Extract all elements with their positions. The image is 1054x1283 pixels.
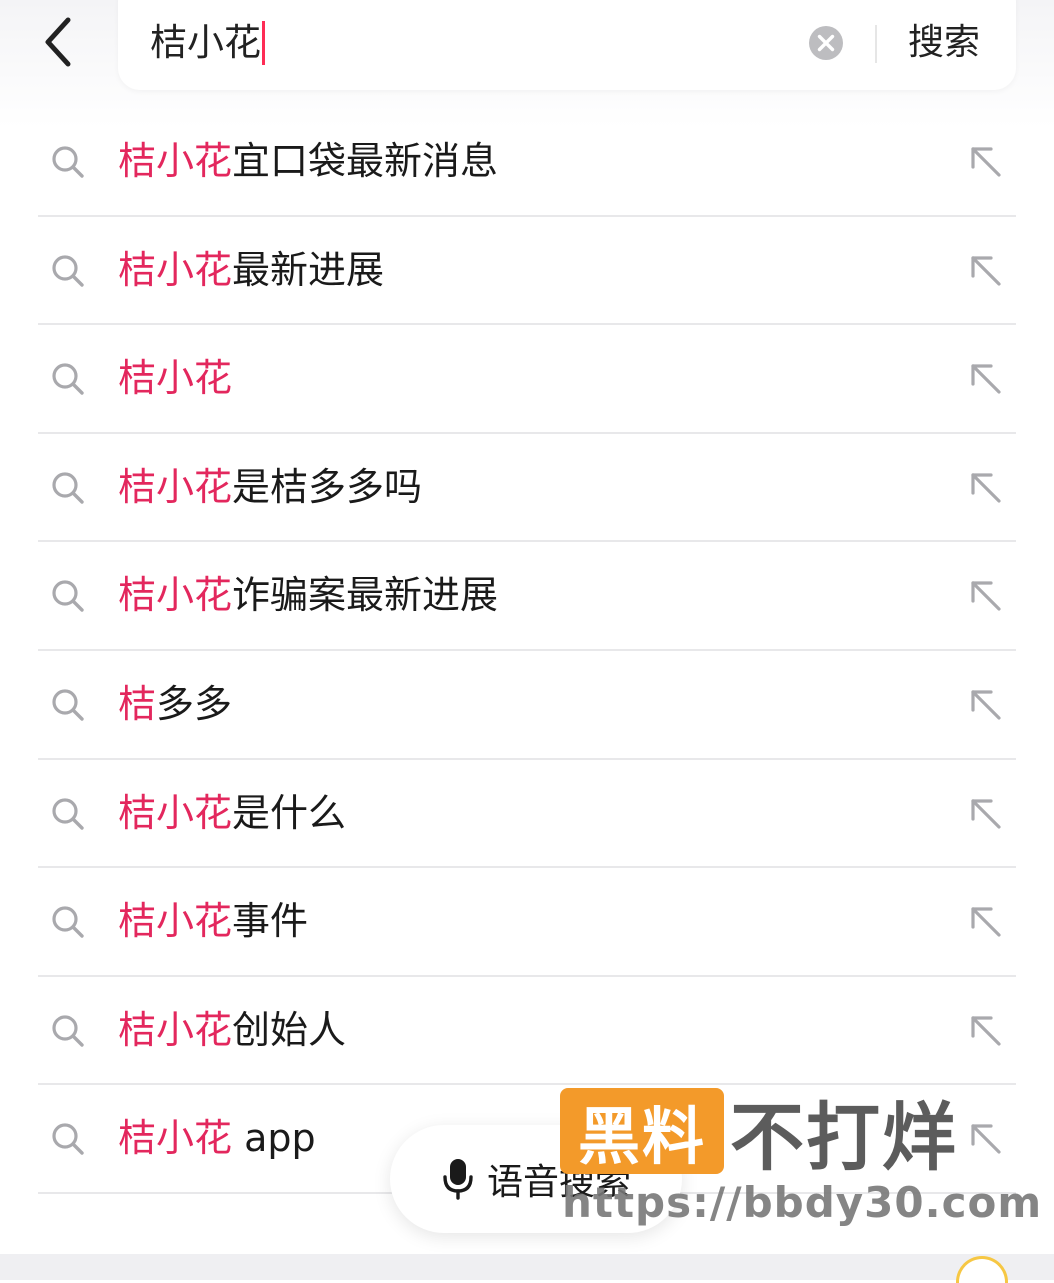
suggestion-rest: 宜口袋最新消息	[232, 139, 499, 183]
suggestion-highlight: 桔小花	[118, 247, 233, 292]
suggestion-list: 桔小花宜口袋最新消息 桔小花最新进展 桔小花 桔小花是桔多多吗 桔小花诈骗案最新进展 桔多…	[0, 108, 1054, 1194]
suggestion-item[interactable]: 桔小花宜口袋最新消息	[0, 108, 1054, 217]
suggestion-highlight: 桔小花	[118, 464, 233, 509]
suggestion-highlight: 桔小花	[118, 573, 233, 618]
suggestion-highlight: 桔小花	[118, 356, 233, 401]
watermark-tail-text: 不打烊	[730, 1094, 958, 1181]
suggestion-item[interactable]: 桔小花创始人	[0, 977, 1054, 1086]
suggestion-text: 桔多多	[118, 679, 232, 729]
microphone-icon	[443, 1159, 473, 1200]
arrow-up-left-icon[interactable]	[966, 468, 1006, 508]
search-icon	[52, 1123, 84, 1156]
watermark-box: 黑料	[560, 1088, 724, 1174]
arrow-up-left-icon[interactable]	[966, 685, 1006, 725]
watermark-url: https://bbdy30.com	[562, 1178, 1043, 1227]
arrow-up-left-icon[interactable]	[966, 576, 1006, 616]
arrow-up-left-icon[interactable]	[966, 794, 1006, 834]
search-icon	[52, 1015, 84, 1047]
divider	[875, 25, 877, 63]
suggestion-highlight: 桔小花	[118, 790, 233, 835]
suggestion-highlight: 桔小花	[118, 1007, 233, 1052]
search-icon	[52, 146, 84, 178]
suggestion-item[interactable]: 桔小花是什么	[0, 760, 1054, 869]
suggestion-rest: 事件	[232, 899, 309, 944]
suggestion-rest: 是桔多多吗	[232, 464, 423, 509]
suggestion-text: 桔小花是桔多多吗	[118, 462, 422, 512]
arrow-up-left-icon[interactable]	[966, 251, 1006, 291]
suggestion-highlight: 桔小花	[118, 139, 233, 183]
suggestion-rest: 诈骗案最新进展	[232, 573, 499, 618]
chevron-left-icon	[45, 17, 71, 67]
suggestion-item[interactable]: 桔小花最新进展	[0, 217, 1054, 326]
suggestion-text: 桔小花宜口袋最新消息	[118, 136, 498, 186]
text-caret	[262, 21, 265, 65]
bottom-bar	[0, 1254, 1054, 1280]
search-icon	[52, 797, 84, 830]
search-icon	[52, 689, 84, 721]
suggestion-highlight: 桔小花	[118, 899, 233, 944]
search-query: 桔小花	[150, 21, 261, 64]
clear-circle-icon	[809, 26, 843, 60]
suggestion-rest: 最新进展	[232, 247, 385, 292]
watermark: 黑料 不打烊 https://bbdy30.com	[560, 1088, 1041, 1238]
suggestion-rest: 是什么	[232, 790, 347, 835]
back-button[interactable]	[28, 10, 88, 74]
clear-button[interactable]	[808, 25, 844, 61]
arrow-up-left-icon[interactable]	[966, 359, 1006, 399]
suggestion-rest: 多多	[156, 681, 233, 726]
search-icon	[52, 906, 84, 938]
suggestion-highlight: 桔小花	[118, 1116, 233, 1161]
suggestion-highlight: 桔	[118, 681, 157, 726]
suggestion-item[interactable]: 桔小花是桔多多吗	[0, 434, 1054, 543]
suggestion-text: 桔小花创始人	[118, 1005, 346, 1055]
suggestion-text: 桔小花事件	[118, 896, 308, 946]
suggestion-item[interactable]: 桔小花	[0, 325, 1054, 434]
suggestion-item[interactable]: 桔多多	[0, 651, 1054, 760]
suggestion-text: 桔小花	[118, 353, 232, 403]
suggestion-text: 桔小花是什么	[118, 788, 346, 838]
search-icon	[52, 363, 84, 395]
suggestion-text: 桔小花诈骗案最新进展	[118, 570, 498, 620]
suggestion-rest: 创始人	[232, 1007, 347, 1052]
search-button[interactable]: 搜索	[908, 20, 980, 66]
watermark-box-text: 黑料	[577, 1100, 706, 1173]
arrow-up-left-icon[interactable]	[966, 902, 1006, 942]
search-icon	[52, 580, 84, 613]
search-icon	[52, 472, 84, 504]
suggestion-text: 桔小花 app	[118, 1113, 316, 1163]
suggestion-item[interactable]: 桔小花事件	[0, 868, 1054, 977]
suggestion-item[interactable]: 桔小花诈骗案最新进展	[0, 542, 1054, 651]
suggestion-rest: app	[232, 1116, 316, 1161]
search-box: 桔小花 搜索	[118, 0, 1016, 90]
arrow-up-left-icon[interactable]	[966, 1011, 1006, 1051]
arrow-up-left-icon[interactable]	[966, 142, 1006, 182]
search-input[interactable]: 桔小花	[150, 20, 265, 66]
search-icon	[52, 254, 84, 287]
suggestion-text: 桔小花最新进展	[118, 245, 384, 295]
